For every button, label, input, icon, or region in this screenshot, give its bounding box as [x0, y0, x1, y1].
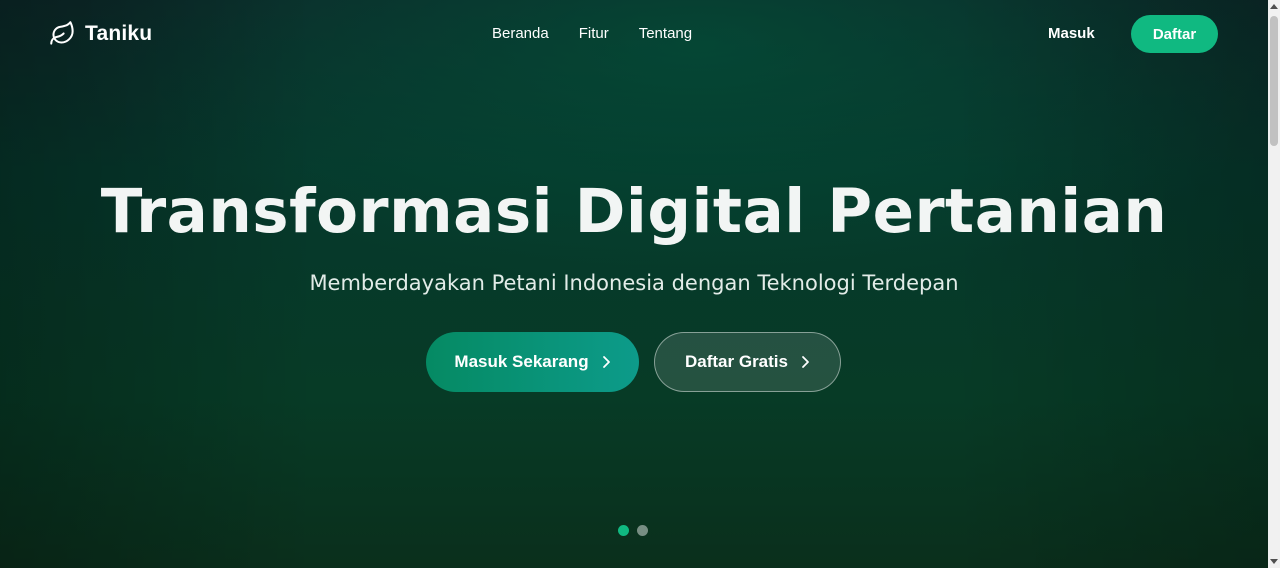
navbar: Taniku Beranda Fitur Tentang Masuk Dafta… [0, 0, 1268, 68]
brand-logo[interactable]: Taniku [49, 20, 152, 47]
register-free-button[interactable]: Daftar Gratis [654, 332, 841, 392]
chevron-right-icon [802, 356, 809, 368]
leaf-icon [50, 21, 74, 45]
register-free-label: Daftar Gratis [685, 352, 788, 371]
hero-subtitle: Memberdayakan Petani Indonesia dengan Te… [309, 271, 959, 295]
nav-item-beranda[interactable]: Beranda [492, 25, 549, 42]
brand-name: Taniku [85, 21, 153, 45]
login-link[interactable]: Masuk [1048, 25, 1095, 42]
scroll-up-arrow-icon[interactable] [1270, 4, 1278, 9]
register-button[interactable]: Daftar [1131, 15, 1218, 53]
hero-title: Transformasi Digital Pertanian [100, 176, 1168, 247]
scrollbar[interactable] [1268, 0, 1280, 568]
scroll-down-arrow-icon[interactable] [1270, 559, 1278, 564]
nav-item-fitur[interactable]: Fitur [579, 25, 609, 42]
scrollbar-thumb[interactable] [1270, 16, 1278, 146]
carousel-indicators [618, 525, 648, 536]
nav-item-tentang[interactable]: Tentang [639, 25, 692, 42]
nav-menu: Beranda Fitur Tentang [492, 25, 692, 42]
login-now-label: Masuk Sekarang [454, 352, 589, 371]
carousel-dot-1[interactable] [618, 525, 629, 536]
chevron-right-icon [602, 356, 610, 368]
login-now-button[interactable]: Masuk Sekarang [426, 332, 639, 392]
carousel-dot-2[interactable] [637, 525, 648, 536]
